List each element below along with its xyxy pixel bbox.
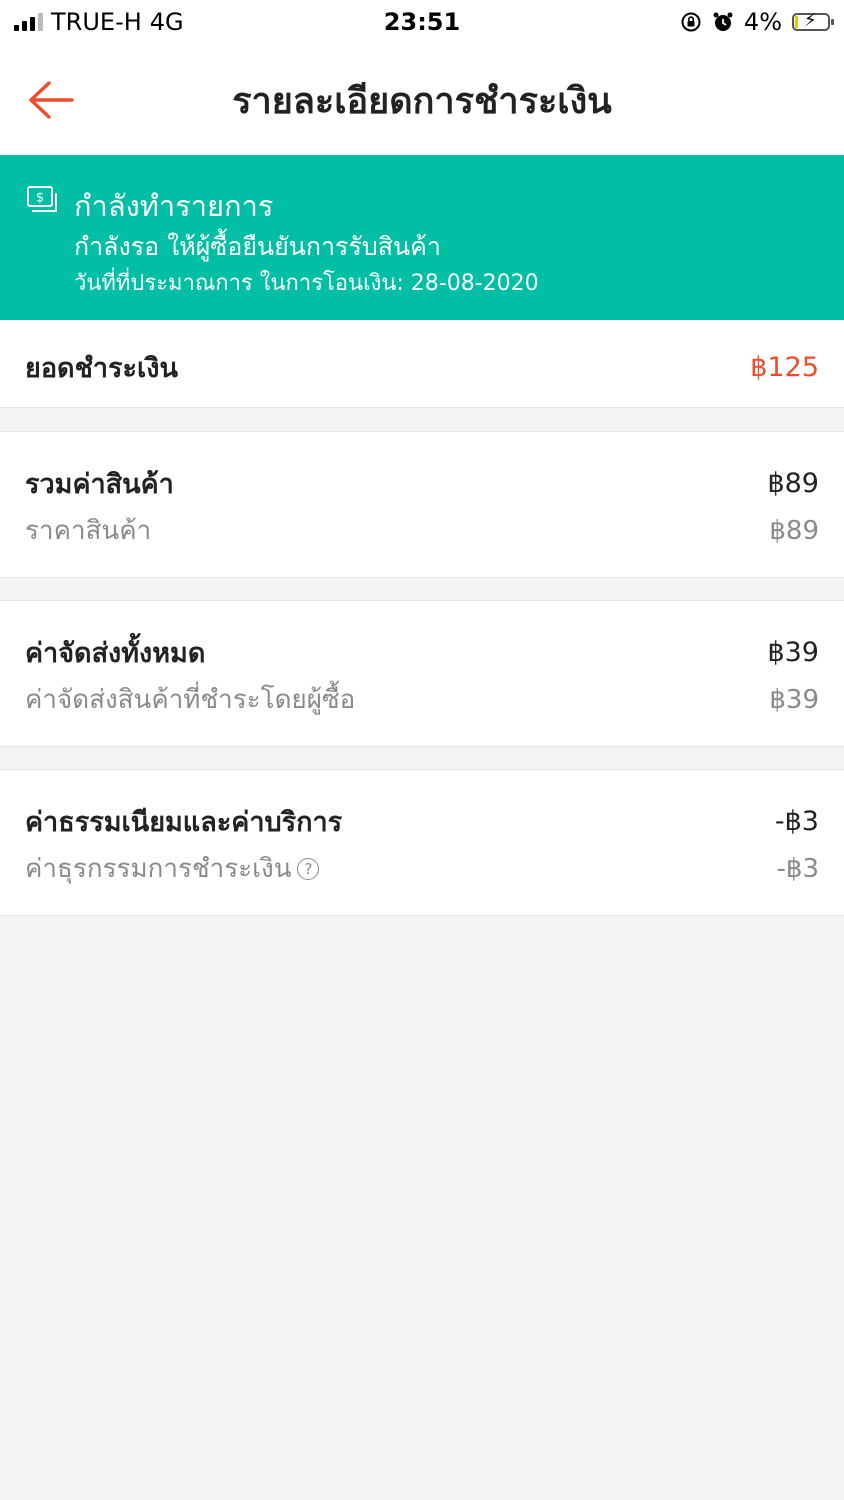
fees-row: ค่าธรรมเนียมและค่าบริการ -฿3 [25, 800, 819, 843]
total-row: ยอดชำระเงิน ฿125 [25, 346, 819, 389]
battery-charging-icon: ⚡ [792, 10, 834, 31]
product-price-label: ราคาสินค้า [25, 516, 152, 546]
shipping-total-value: ฿39 [767, 637, 819, 668]
status-right: 4% ⚡ [680, 8, 834, 36]
shipping-total-card: ค่าจัดส่งทั้งหมด ฿39 ค่าจัดส่งสินค้าที่ช… [0, 600, 844, 747]
transaction-fee-label-wrap: ค่าธุรกรรมการชำระเงิน ? [25, 848, 320, 889]
money-icon: $ [27, 186, 57, 212]
product-price-value: ฿89 [769, 515, 819, 546]
buyer-shipping-value: ฿39 [769, 684, 819, 715]
alarm-icon [713, 12, 733, 31]
banner-title: กำลังทำรายการ [74, 189, 274, 223]
product-total-row: รวมค่าสินค้า ฿89 [25, 462, 819, 505]
total-card: ยอดชำระเงิน ฿125 [0, 320, 844, 408]
transaction-fee-row: ค่าธุรกรรมการชำระเงิน ? -฿3 [25, 848, 819, 889]
total-value: ฿125 [750, 352, 819, 383]
transaction-fee-value: -฿3 [776, 853, 819, 884]
fees-card: ค่าธรรมเนียมและค่าบริการ -฿3 ค่าธุรกรรมก… [0, 769, 844, 916]
fees-value: -฿3 [774, 806, 819, 837]
total-label: ยอดชำระเงิน [25, 353, 178, 384]
product-total-label: รวมค่าสินค้า [25, 469, 174, 500]
help-icon[interactable]: ? [297, 857, 320, 880]
product-price-row: ราคาสินค้า ฿89 [25, 510, 819, 551]
product-total-value: ฿89 [767, 468, 819, 499]
banner-subtitle: กำลังรอ ให้ผู้ซื้อยืนยันการรับสินค้า [74, 232, 441, 261]
page-title: รายละเอียดการชำระเงิน [232, 81, 612, 122]
shipping-total-label: ค่าจัดส่งทั้งหมด [25, 638, 206, 669]
header-bar: รายละเอียดการชำระเงิน [0, 46, 844, 154]
buyer-shipping-row: ค่าจัดส่งสินค้าที่ชำระโดยผู้ซื้อ ฿39 [25, 679, 819, 720]
orientation-lock-icon [681, 12, 701, 32]
product-total-card: รวมค่าสินค้า ฿89 ราคาสินค้า ฿89 [0, 431, 844, 578]
buyer-shipping-label: ค่าจัดส่งสินค้าที่ชำระโดยผู้ซื้อ [25, 685, 356, 715]
status-banner: $ กำลังทำรายการ กำลังรอ ให้ผู้ซื้อยืนยัน… [0, 155, 844, 320]
transaction-fee-label: ค่าธุรกรรมการชำระเงิน [25, 854, 292, 884]
battery-percent: 4% [743, 8, 782, 36]
shipping-total-row: ค่าจัดส่งทั้งหมด ฿39 [25, 631, 819, 674]
banner-date: วันที่ที่ประมาณการ ในการโอนเงิน: 28-08-2… [74, 271, 539, 296]
status-bar: TRUE-H 4G 23:51 4% ⚡ [0, 0, 844, 46]
fees-label: ค่าธรรมเนียมและค่าบริการ [25, 807, 343, 838]
svg-text:$: $ [36, 191, 44, 206]
